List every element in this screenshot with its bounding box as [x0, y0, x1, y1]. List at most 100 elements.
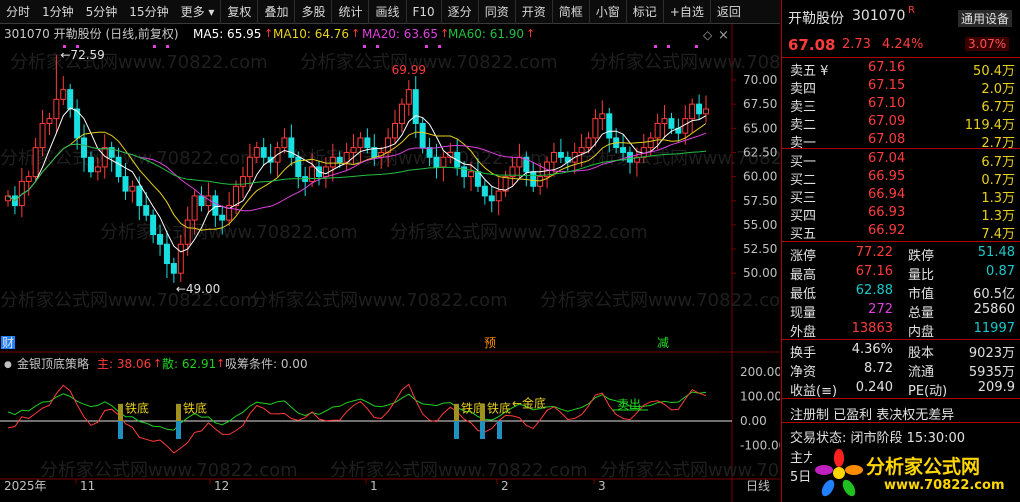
kline-canvas[interactable]: 分析家公式网www.70822.com 分析家公式网www.70822.com 分析… [0, 24, 858, 502]
toolbar-item-14[interactable]: 简框 [551, 0, 589, 24]
stat-label: 最高 [790, 268, 817, 283]
toolbar-item-6[interactable]: 叠加 [257, 0, 294, 24]
time-label: 11 [80, 479, 95, 493]
book-price: 67.09 [868, 114, 906, 129]
indicator-legend: 主: 38.06 [97, 357, 151, 371]
toolbar-item-15[interactable]: 小窗 [588, 0, 626, 24]
toolbar-item-4[interactable]: 更多 ▾ [175, 0, 221, 24]
ma-legend: MA5: 65.95 [193, 27, 261, 41]
book-label: 卖三 [790, 100, 817, 115]
price-tick: 50.00 [743, 266, 777, 280]
retail-line [7, 391, 707, 431]
indicator-legend: 吸筹条件: 0.00 [225, 357, 308, 371]
candle-body [696, 103, 703, 115]
stat-label: 外盘 [790, 325, 817, 340]
book-price: 67.15 [868, 78, 906, 93]
ma-arrow-icon: ↑ [351, 27, 360, 40]
candle-body [661, 118, 668, 124]
settings-button[interactable]: 通用设备 [958, 10, 1013, 27]
toolbar-item-18[interactable]: 返回 [709, 0, 747, 24]
book-price: 66.95 [868, 169, 906, 184]
candle-body [81, 137, 88, 158]
ma-arrow-icon: ↑ [264, 27, 273, 40]
candle-body [150, 214, 157, 236]
candle-body [578, 147, 585, 153]
annotation-label: 卖出 [617, 397, 641, 411]
toolbar-item-5[interactable]: 复权 [220, 0, 257, 24]
price-tick: 62.50 [743, 145, 777, 159]
stat-value: 9023万 [968, 346, 1015, 361]
time-label: 12 [214, 479, 229, 493]
annotation-label: 铁底 [183, 401, 207, 416]
book-row: 卖二 67.09 119.4万 [782, 114, 1020, 133]
toolbar-item-9[interactable]: 画线 [368, 0, 405, 24]
watermark: 分析家公式网www.70822.com [330, 460, 588, 481]
book-label: 买五 [790, 227, 817, 242]
toolbar-item-13[interactable]: 开资 [514, 0, 552, 24]
signal-bar [480, 421, 485, 439]
toolbar-item-2[interactable]: 5分钟 [80, 0, 124, 24]
candle-body [336, 156, 343, 163]
toolbar-item-0[interactable]: 分时 [0, 0, 36, 24]
toolbar-item-7[interactable]: 多股 [294, 0, 331, 24]
chart-area[interactable]: 分析家公式网www.70822.com 分析家公式网www.70822.com 分析… [0, 24, 858, 502]
book-row: 卖三 67.10 6.7万 [782, 96, 1020, 115]
candle-body [32, 147, 39, 178]
stat-label: 净资 [790, 365, 817, 380]
book-price: 67.08 [868, 132, 906, 147]
logo: 分析家公式网 www.70822.com [812, 446, 1020, 500]
toolbar-item-11[interactable]: 逐分 [440, 0, 478, 24]
candle-body [129, 185, 136, 192]
stats-row: 最高 67.16 量比 0.87 [782, 264, 1020, 283]
candle-body [260, 147, 267, 158]
stat-value: 25860 [973, 302, 1015, 317]
candle-body [87, 156, 94, 173]
book-volume: 50.4万 [973, 64, 1015, 79]
book-volume: 2.0万 [981, 82, 1015, 97]
toolbar-item-8[interactable]: 统计 [331, 0, 368, 24]
candle-body [122, 176, 129, 192]
stat-value: 0.240 [855, 380, 893, 395]
toolbar-item-1[interactable]: 1分钟 [36, 0, 80, 24]
watermark: 分析家公式网www.70822.com [40, 460, 298, 481]
price-tick: 70.00 [743, 73, 777, 87]
candle-body [537, 176, 544, 187]
status-line: 交易状态: 闭市阶段 15:30:00 [790, 431, 966, 446]
price-change: 2.73 [842, 37, 871, 52]
candle-body [689, 103, 696, 120]
watermark: 分析家公式网www.70822.com [300, 52, 558, 73]
candle-body [703, 108, 709, 115]
signal-dot [654, 45, 657, 48]
stat-value: 60.5亿 [973, 287, 1015, 302]
time-label: 1 [370, 479, 378, 493]
logo-url: www.70822.com [884, 478, 1005, 493]
book-price: 66.94 [868, 187, 906, 202]
book-row: 买四 66.93 1.3万 [782, 205, 1020, 224]
toolbar-item-12[interactable]: 同资 [477, 0, 515, 24]
book-volume: 0.7万 [981, 173, 1015, 188]
toolbar-item-3[interactable]: 15分钟 [123, 0, 174, 24]
book-row: 卖五 ¥ 67.16 50.4万 [782, 60, 1020, 79]
toolbar-item-10[interactable]: F10 [405, 0, 441, 24]
price-tick: 52.50 [743, 242, 777, 256]
stats-row: 净资 8.72 流通 5935万 [782, 361, 1020, 380]
signal-bar [118, 403, 123, 422]
book-row: 买一 67.04 6.7万 [782, 151, 1020, 170]
price-change-pct: 4.24% [882, 37, 924, 52]
stats-row: 外盘 13863 内盘 11997 [782, 321, 1020, 340]
logo-star-icon [815, 449, 863, 497]
book-label: 卖五 ¥ [790, 64, 829, 79]
toolbar-item-16[interactable]: 标记 [625, 0, 663, 24]
candle-body [157, 234, 164, 245]
indicator-dot-icon: ● [4, 360, 12, 370]
indicator-tick: -100.00 [740, 439, 780, 453]
annotation-label: ←金底 [512, 396, 546, 411]
candle-body [309, 166, 316, 182]
toolbar-item-17[interactable]: +自选 [662, 0, 710, 24]
indicator-title: 金银顶底策略 [17, 356, 89, 371]
price-tick: 65.00 [743, 121, 777, 135]
signal-dot [695, 45, 698, 48]
candle-body [481, 185, 488, 197]
signal-bar [454, 403, 459, 422]
book-price: 67.16 [868, 60, 906, 75]
